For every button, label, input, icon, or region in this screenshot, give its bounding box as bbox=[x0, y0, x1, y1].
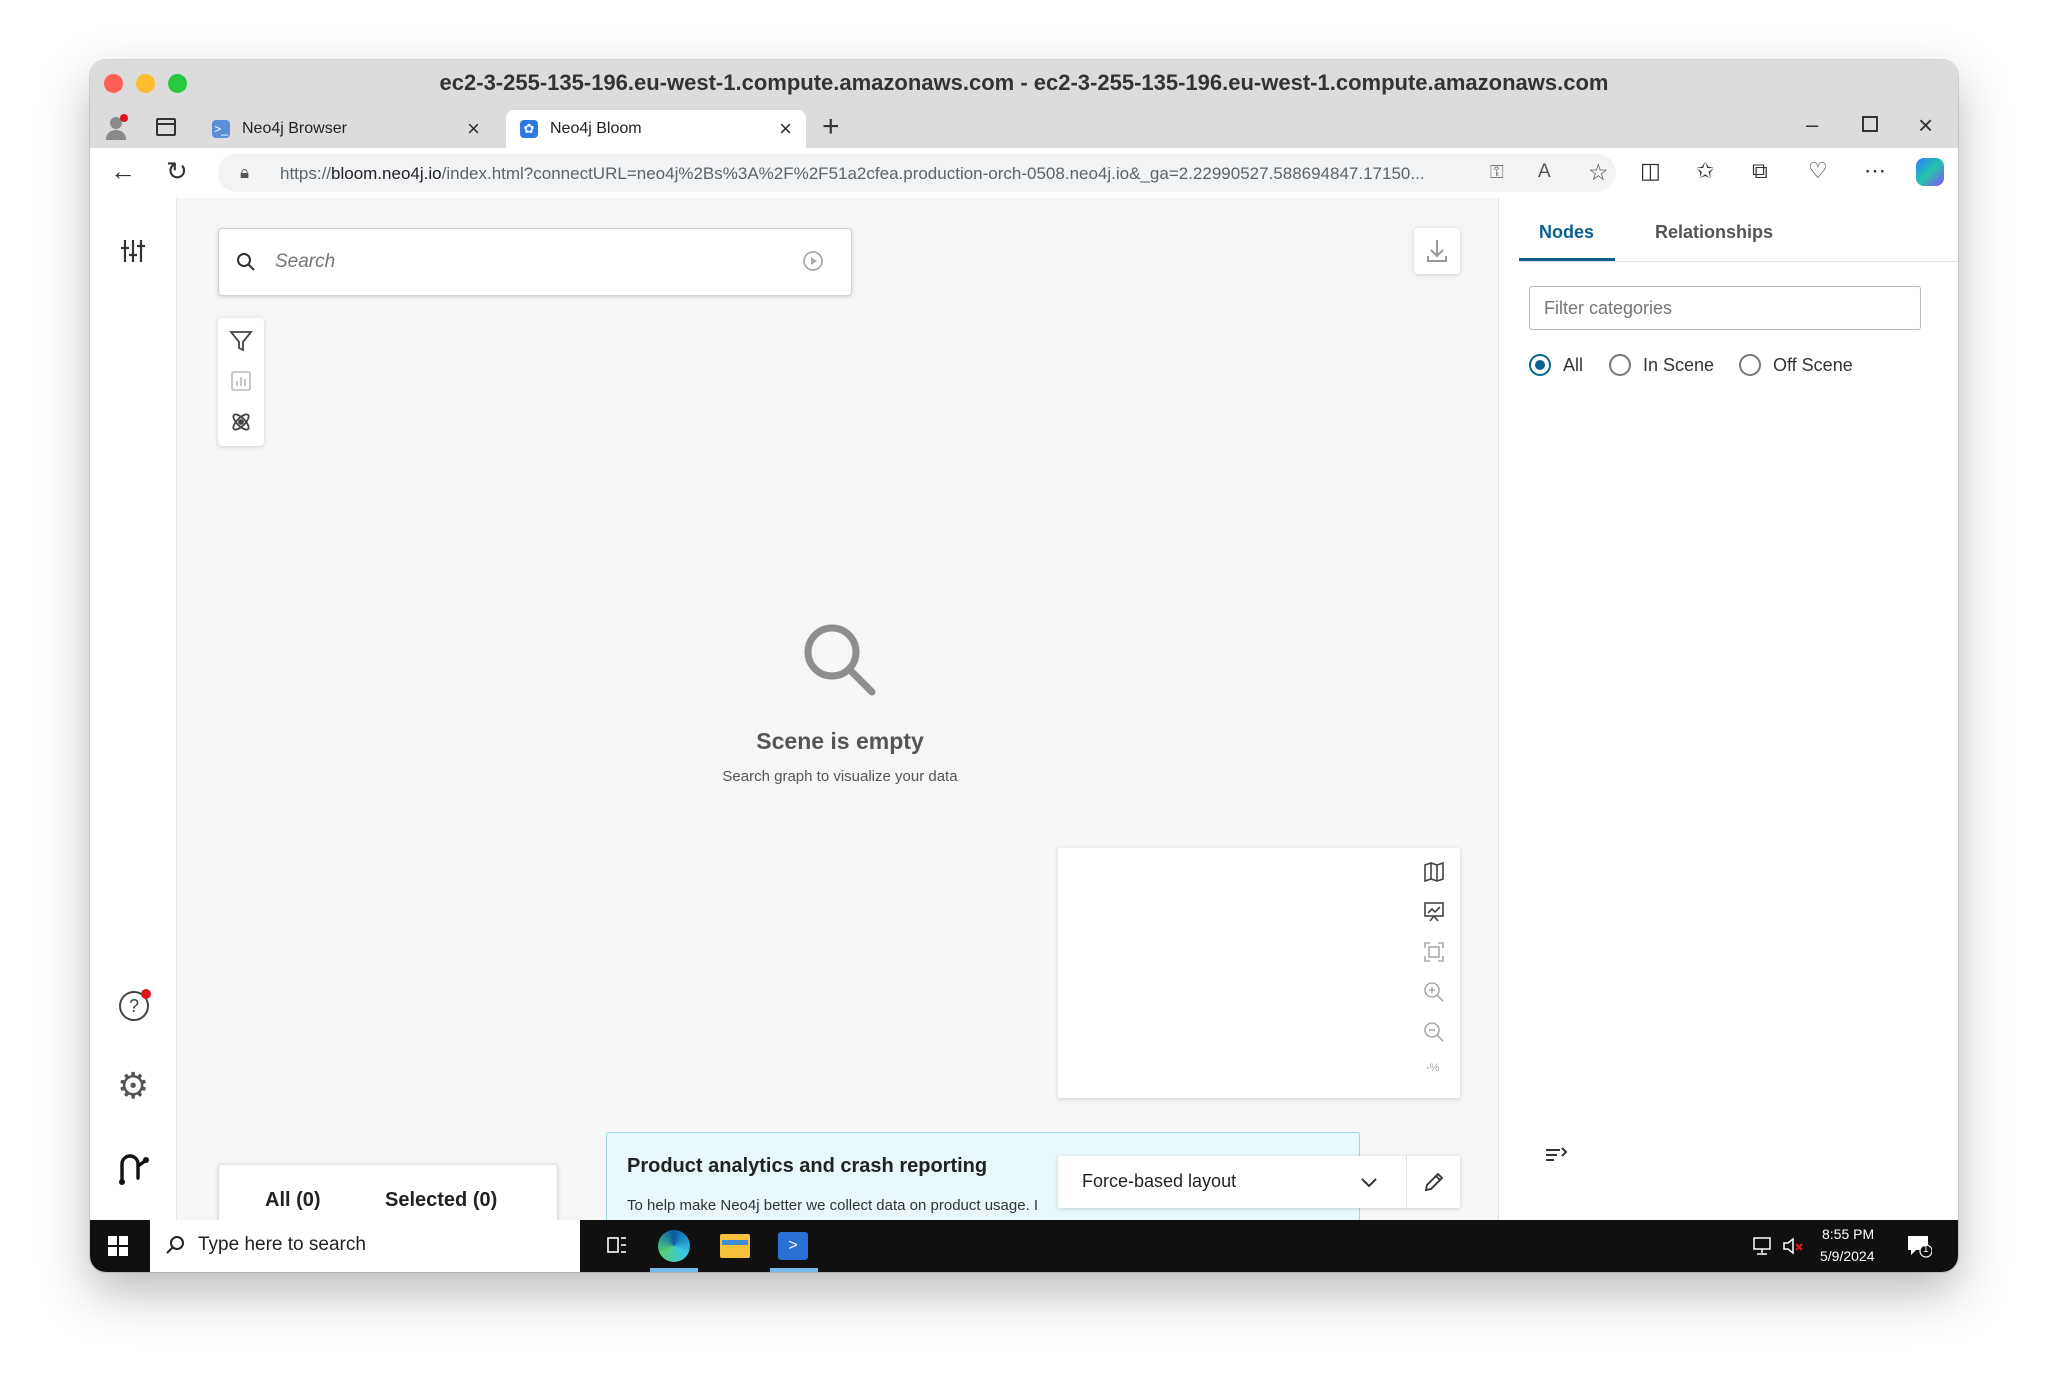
radio-all[interactable] bbox=[1529, 354, 1551, 376]
layout-selector[interactable]: Force-based layout bbox=[1058, 1156, 1460, 1208]
radio-in-scene-label: In Scene bbox=[1643, 355, 1715, 375]
favorites-icon[interactable]: ✩ bbox=[1696, 158, 1714, 184]
taskbar-search-icon bbox=[164, 1234, 186, 1256]
url-text: https://bloom.neo4j.io/index.html?connec… bbox=[280, 164, 1425, 183]
new-tab-button[interactable]: + bbox=[822, 110, 840, 144]
taskbar-search-box[interactable]: Type here to search bbox=[150, 1220, 580, 1272]
minimap-panel: -% bbox=[1058, 848, 1460, 1098]
svg-text:?: ? bbox=[129, 996, 139, 1016]
close-tab-icon[interactable]: × bbox=[779, 116, 792, 142]
remote-active-indicator bbox=[770, 1268, 818, 1272]
minimize-icon[interactable]: – bbox=[1806, 112, 1818, 138]
radio-in-scene[interactable] bbox=[1609, 354, 1631, 376]
edge-taskbar-icon[interactable] bbox=[658, 1230, 690, 1262]
copilot-icon[interactable] bbox=[1916, 158, 1944, 186]
bloom-app: ? ⚙ Search Scene is empty Search graph t… bbox=[90, 198, 1958, 1240]
neo4j-browser-icon: >_ bbox=[212, 120, 230, 138]
graph-data-science-icon[interactable] bbox=[229, 410, 253, 434]
chevron-down-icon[interactable] bbox=[1358, 1172, 1380, 1194]
windows-taskbar: Type here to search > 8:55 PM 5/9/2024 1 bbox=[90, 1220, 1958, 1272]
filter-categories-input[interactable] bbox=[1529, 286, 1921, 330]
profile-icon[interactable] bbox=[104, 114, 130, 140]
empty-scene-search-icon bbox=[798, 618, 882, 702]
neo4j-bloom-icon: ✿ bbox=[520, 120, 538, 138]
file-explorer-icon[interactable] bbox=[720, 1234, 750, 1258]
run-search-icon[interactable] bbox=[801, 249, 825, 273]
window-title: ec2-3-255-135-196.eu-west-1.compute.amaz… bbox=[439, 70, 1609, 95]
layout-selected-label: Force-based layout bbox=[1082, 1171, 1237, 1191]
tab-actions-icon[interactable] bbox=[156, 118, 176, 136]
analytics-banner-title: Product analytics and crash reporting bbox=[627, 1155, 988, 1177]
filter-icon[interactable] bbox=[228, 328, 254, 354]
tab-neo4j-browser[interactable]: >_ Neo4j Browser × bbox=[198, 110, 494, 148]
title-bar: ec2-3-255-135-196.eu-west-1.compute.amaz… bbox=[90, 60, 1958, 106]
favorite-star-icon[interactable]: ☆ bbox=[1588, 159, 1609, 186]
selected-count-button[interactable]: Selected (0) bbox=[385, 1189, 497, 1212]
scene-tools-panel bbox=[218, 318, 264, 446]
radio-off-scene[interactable] bbox=[1739, 354, 1761, 376]
neo4j-logo-icon[interactable] bbox=[116, 1150, 152, 1186]
notifications-icon[interactable]: 1 bbox=[1906, 1234, 1933, 1258]
analytics-banner-body: To help make Neo4j better we collect dat… bbox=[627, 1197, 1039, 1214]
taskbar-search-placeholder: Type here to search bbox=[198, 1234, 366, 1255]
browser-window: ec2-3-255-135-196.eu-west-1.compute.amaz… bbox=[90, 60, 1958, 1272]
clock-date[interactable]: 5/9/2024 bbox=[1820, 1248, 1875, 1264]
tab-strip: >_ Neo4j Browser × ✿ Neo4j Bloom × + – × bbox=[90, 106, 1958, 148]
remote-desktop-icon[interactable]: > bbox=[778, 1232, 808, 1260]
fit-to-screen-icon[interactable] bbox=[1422, 940, 1446, 964]
close-icon[interactable]: × bbox=[1918, 110, 1933, 141]
network-icon[interactable] bbox=[1752, 1236, 1774, 1256]
windows-start-icon[interactable] bbox=[108, 1236, 128, 1256]
tab-nodes[interactable]: Nodes bbox=[1539, 222, 1594, 243]
address-bar-row: ← ↻ 🔒︎ https://bloom.neo4j.io/index.html… bbox=[90, 148, 1958, 199]
search-input[interactable] bbox=[273, 243, 757, 281]
notification-count: 1 bbox=[1923, 1244, 1929, 1255]
help-icon[interactable]: ? bbox=[118, 988, 152, 1022]
search-bar[interactable] bbox=[218, 228, 852, 296]
zoom-out-icon[interactable] bbox=[1422, 1020, 1446, 1044]
close-tab-icon[interactable]: × bbox=[467, 116, 480, 142]
tab-relationships[interactable]: Relationships bbox=[1655, 222, 1773, 243]
browser-essentials-icon[interactable]: ♡ bbox=[1808, 158, 1828, 184]
perspective-settings-icon[interactable] bbox=[118, 236, 148, 266]
empty-scene-title: Scene is empty bbox=[756, 728, 924, 754]
export-download-button[interactable] bbox=[1414, 228, 1460, 274]
divider bbox=[1406, 1156, 1407, 1208]
radio-all-label: All bbox=[1563, 355, 1584, 375]
split-screen-icon[interactable]: ◫ bbox=[1640, 158, 1661, 184]
clock-time[interactable]: 8:55 PM bbox=[1822, 1226, 1874, 1242]
presentation-mode-icon[interactable] bbox=[1422, 900, 1446, 924]
left-sidebar: ? ⚙ bbox=[90, 198, 177, 1220]
collections-icon[interactable]: ⧉ bbox=[1752, 158, 1768, 184]
read-aloud-icon[interactable]: A bbox=[1538, 161, 1551, 183]
url-field[interactable]: 🔒︎ https://bloom.neo4j.io/index.html?con… bbox=[218, 154, 1616, 192]
legend-panel: Nodes Relationships All In Scene Off Sce… bbox=[1498, 198, 1958, 1220]
key-icon[interactable]: ⚿ bbox=[1490, 162, 1504, 183]
tabs-divider bbox=[1519, 261, 1958, 262]
settings-gear-icon[interactable]: ⚙ bbox=[117, 1068, 149, 1104]
more-icon[interactable]: ⋯ bbox=[1864, 158, 1886, 184]
edit-pencil-icon[interactable] bbox=[1422, 1170, 1446, 1194]
radio-off-scene-label: Off Scene bbox=[1773, 355, 1853, 375]
zoom-level-readout: -% bbox=[1426, 1062, 1440, 1074]
task-view-icon[interactable] bbox=[606, 1234, 628, 1256]
search-icon bbox=[235, 251, 257, 273]
volume-muted-icon[interactable] bbox=[1782, 1236, 1804, 1256]
all-count-button[interactable]: All (0) bbox=[265, 1189, 321, 1212]
map-icon[interactable] bbox=[1422, 860, 1446, 884]
lock-icon[interactable]: 🔒︎ bbox=[240, 163, 249, 183]
edge-active-indicator bbox=[650, 1268, 698, 1272]
chart-icon[interactable] bbox=[230, 370, 252, 392]
refresh-icon[interactable]: ↻ bbox=[166, 156, 188, 187]
empty-scene-subtitle: Search graph to visualize your data bbox=[722, 768, 958, 785]
back-icon[interactable]: ← bbox=[110, 156, 136, 187]
tab-neo4j-bloom[interactable]: ✿ Neo4j Bloom × bbox=[506, 110, 806, 148]
zoom-in-icon[interactable] bbox=[1422, 980, 1446, 1004]
sort-icon[interactable] bbox=[1543, 1142, 1569, 1168]
restore-icon[interactable] bbox=[1862, 116, 1878, 132]
